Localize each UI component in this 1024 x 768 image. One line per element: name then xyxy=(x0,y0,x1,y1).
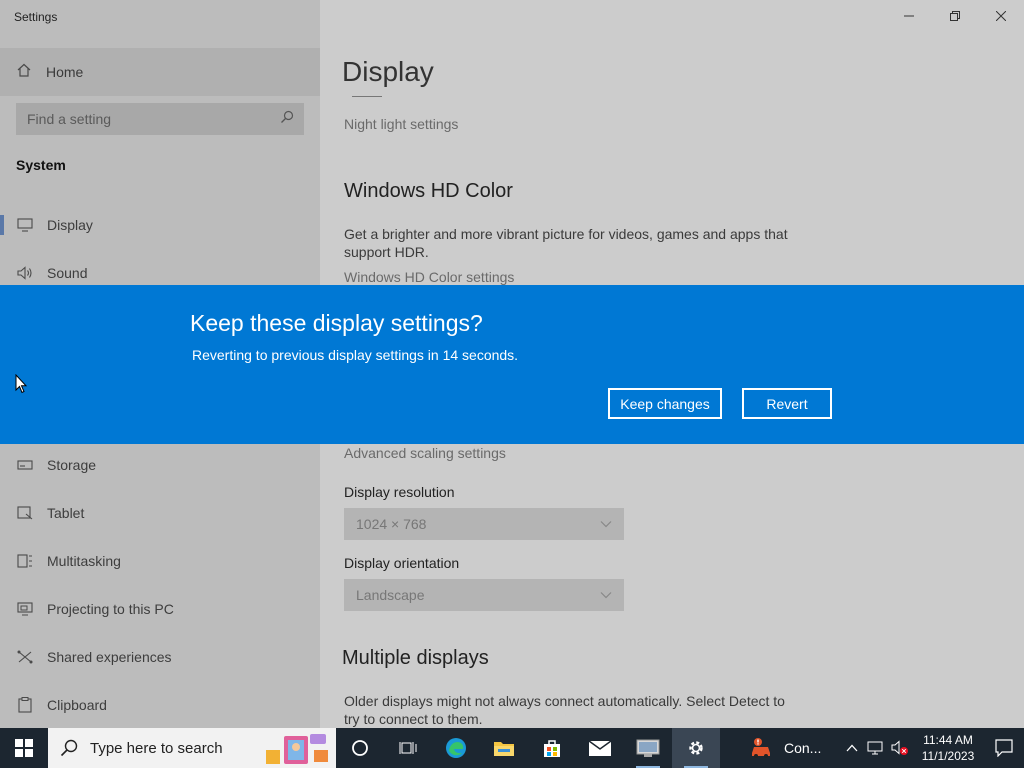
mail-button[interactable] xyxy=(576,728,624,768)
revert-button[interactable]: Revert xyxy=(742,388,832,419)
advanced-scaling-link[interactable]: Advanced scaling settings xyxy=(344,445,506,461)
gear-icon xyxy=(689,741,703,755)
store-icon xyxy=(544,740,560,757)
network-button[interactable] xyxy=(864,728,888,768)
resolution-dropdown[interactable]: 1024 × 768 xyxy=(344,508,624,540)
sidebar-item-multitasking[interactable]: Multitasking xyxy=(0,537,320,585)
search-icon[interactable] xyxy=(280,110,294,129)
clock[interactable]: 11:44 AM 11/1/2023 xyxy=(918,732,978,764)
home-label: Home xyxy=(46,64,84,80)
speaker-icon xyxy=(17,265,33,281)
hd-color-description: Get a brighter and more vibrant picture … xyxy=(344,226,788,260)
keep-changes-button[interactable]: Keep changes xyxy=(608,388,722,419)
store-button[interactable] xyxy=(528,728,576,768)
hd-color-settings-link[interactable]: Windows HD Color settings xyxy=(344,269,514,285)
resolution-label: Display resolution xyxy=(344,484,455,500)
sidebar-item-label: Storage xyxy=(47,457,97,473)
sidebar-item-label: Tablet xyxy=(47,505,85,521)
chevron-down-icon xyxy=(600,521,612,528)
sidebar-item-label: Shared experiences xyxy=(47,649,172,665)
sidebar-item-label: Multitasking xyxy=(47,553,121,569)
sidebar-item-shared-experiences[interactable]: Shared experiences xyxy=(0,633,320,681)
find-setting-input[interactable] xyxy=(27,111,267,127)
title-divider xyxy=(352,96,382,97)
cortana-icon xyxy=(352,740,368,756)
orientation-value: Landscape xyxy=(356,587,425,603)
taskbar-search-placeholder: Type here to search xyxy=(90,739,223,757)
sidebar-item-home[interactable]: Home xyxy=(0,48,320,96)
speaker-muted-icon xyxy=(891,740,908,755)
section-label-system: System xyxy=(16,157,66,173)
taskbar-app-connect[interactable]: Con... xyxy=(742,728,829,768)
dialog-message: Reverting to previous display settings i… xyxy=(192,347,519,363)
monitor-icon xyxy=(17,217,33,233)
orientation-label: Display orientation xyxy=(344,555,460,571)
window-title: Settings xyxy=(14,10,58,24)
chevron-down-icon xyxy=(600,592,612,599)
multitasking-icon xyxy=(17,553,33,569)
taskbar: Type here to search Con... 11:44 AM 11/1… xyxy=(0,728,1024,768)
keep-display-settings-dialog: Keep these display settings? Reverting t… xyxy=(0,285,1024,444)
settings-taskbar-button[interactable] xyxy=(672,728,720,768)
file-explorer-button[interactable] xyxy=(480,728,528,768)
storage-icon xyxy=(17,457,33,473)
tablet-icon xyxy=(17,505,33,521)
taskbar-search-box[interactable]: Type here to search xyxy=(48,728,336,768)
clock-date: 11/1/2023 xyxy=(921,749,975,763)
sidebar-item-label: Clipboard xyxy=(47,697,107,713)
task-view-icon-button[interactable] xyxy=(384,728,432,768)
edge-icon xyxy=(446,738,466,758)
resolution-value: 1024 × 768 xyxy=(356,516,427,532)
remote-desktop-icon xyxy=(636,739,660,757)
system-tray: 11:44 AM 11/1/2023 xyxy=(840,728,1024,768)
dialog-title: Keep these display settings? xyxy=(190,310,483,336)
sidebar-item-label: Projecting to this PC xyxy=(47,601,174,617)
sidebar-item-label: Sound xyxy=(47,265,88,281)
multiple-displays-description: Older displays might not always connect … xyxy=(344,693,785,727)
page-title: Display xyxy=(342,56,434,87)
volume-button[interactable] xyxy=(888,728,912,768)
hd-color-heading: Windows HD Color xyxy=(344,180,513,202)
sidebar-item-display[interactable]: Display xyxy=(0,201,320,249)
home-icon xyxy=(16,62,32,83)
start-button[interactable] xyxy=(0,728,48,768)
taskbar-app-label: Con... xyxy=(784,740,822,756)
show-hidden-icons-button[interactable] xyxy=(840,728,864,768)
find-setting-search[interactable] xyxy=(16,103,304,135)
edge-button[interactable] xyxy=(432,728,480,768)
projecting-icon xyxy=(17,601,33,617)
sidebar-item-label: Display xyxy=(47,217,93,233)
chevron-up-icon xyxy=(846,744,858,752)
sidebar-item-clipboard[interactable]: Clipboard xyxy=(0,681,320,729)
search-highlight-art-icon xyxy=(266,734,328,764)
mail-icon xyxy=(588,740,612,756)
windows-logo-icon xyxy=(15,739,33,757)
orientation-dropdown[interactable]: Landscape xyxy=(344,579,624,611)
search-icon xyxy=(60,739,78,757)
network-icon xyxy=(867,741,883,755)
shared-experiences-icon xyxy=(17,649,33,665)
sidebar-item-projecting[interactable]: Projecting to this PC xyxy=(0,585,320,633)
night-light-settings-link[interactable]: Night light settings xyxy=(344,116,458,132)
sidebar-item-storage[interactable]: Storage xyxy=(0,441,320,489)
action-center-button[interactable] xyxy=(984,728,1024,768)
car-warning-icon xyxy=(752,738,770,758)
notification-icon xyxy=(995,739,1013,757)
task-view-icon xyxy=(399,742,417,754)
multiple-displays-heading: Multiple displays xyxy=(342,647,489,669)
clock-time: 11:44 AM xyxy=(923,733,973,747)
sidebar-item-tablet[interactable]: Tablet xyxy=(0,489,320,537)
folder-icon xyxy=(494,742,514,756)
clipboard-icon xyxy=(17,697,33,713)
remote-desktop-button[interactable] xyxy=(624,728,672,768)
mouse-pointer-icon xyxy=(15,373,28,399)
task-view-button[interactable] xyxy=(336,728,384,768)
